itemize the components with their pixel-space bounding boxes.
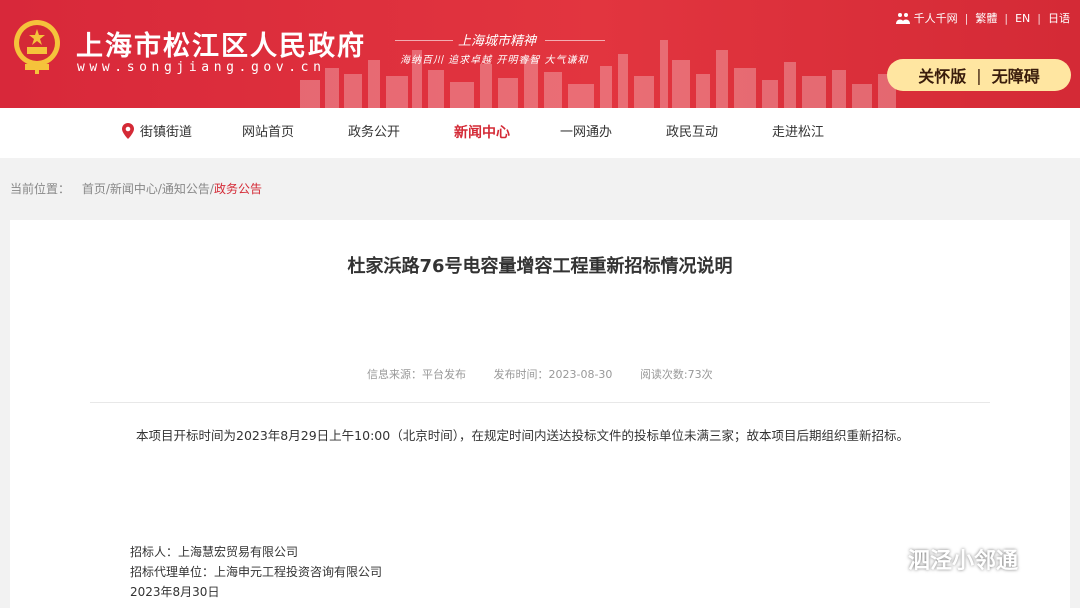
nav-item-home[interactable]: 网站首页	[242, 108, 294, 158]
tender-agent: 招标代理单位：上海申元工程投资咨询有限公司	[130, 565, 383, 579]
link-separator: |	[1037, 11, 1041, 25]
link-traditional-chinese[interactable]: 繁體	[975, 10, 997, 26]
article-source: 信息来源：平台发布	[367, 368, 466, 381]
location-pin-icon	[122, 123, 134, 139]
button-divider: |	[976, 65, 982, 85]
nav-item-interaction[interactable]: 政民互动	[666, 108, 718, 158]
link-thousand-people[interactable]: 千人千网	[914, 10, 958, 26]
link-english[interactable]: EN	[1015, 12, 1030, 25]
main-nav: 街镇街道 网站首页 政务公开 新闻中心 一网通办 政民互动 走进松江	[0, 108, 1080, 158]
city-skyline-decoration	[300, 40, 896, 108]
watermark-text: 泗泾小邻通	[908, 549, 1019, 574]
nav-label: 街镇街道	[140, 125, 193, 140]
breadcrumb-current[interactable]: 政务公告	[214, 182, 262, 196]
elder-care-mode-button[interactable]: 关怀版	[918, 63, 966, 87]
spirit-divider-right	[545, 40, 605, 41]
accessible-mode-button[interactable]: 无障碍	[992, 63, 1040, 87]
site-title[interactable]: 上海市松江区人民政府	[76, 24, 366, 63]
sign-date: 2023年8月30日	[130, 585, 220, 599]
breadcrumb-path[interactable]: 首页/新闻中心/通知公告/	[82, 182, 214, 196]
accessibility-button-group: 关怀版 | 无障碍	[887, 59, 1071, 91]
nav-item-towns[interactable]: 街镇街道	[122, 108, 192, 158]
link-separator: |	[1004, 11, 1009, 25]
city-spirit-title: 上海城市精神	[458, 34, 537, 49]
link-japanese[interactable]: 日语	[1048, 10, 1070, 26]
watermark: 泗泾小邻通	[862, 543, 1018, 575]
article-body: 本项目开标时间为2023年8月29日上午10:00（北京时间），在规定时间内送达…	[136, 428, 909, 443]
site-header: 上海市松江区人民政府 www.songjiang.gov.cn 上海城市精神 海…	[0, 0, 1080, 108]
link-separator: |	[964, 11, 969, 25]
article-views: 阅读次数:73次	[639, 368, 713, 381]
people-icon	[895, 13, 910, 24]
article-date: 发布时间：2023-08-30	[493, 368, 613, 381]
nav-item-news-center[interactable]: 新闻中心	[454, 108, 510, 158]
breadcrumb: 当前位置： 首页/新闻中心/通知公告/政务公告	[10, 180, 262, 197]
article-meta: 信息来源：平台发布 发布时间：2023-08-30 阅读次数:73次	[367, 366, 737, 382]
nav-item-gov-affairs[interactable]: 政务公开	[348, 108, 400, 158]
site-url: www.songjiang.gov.cn	[77, 60, 326, 75]
article-title: 杜家浜路76号电容量增容工程重新招标情况说明	[347, 256, 733, 277]
spirit-divider-left	[395, 40, 453, 41]
breadcrumb-label: 当前位置：	[10, 182, 71, 196]
tenderer: 招标人：上海慧宏贸易有限公司	[130, 545, 299, 559]
nav-item-about-songjiang[interactable]: 走进松江	[772, 108, 824, 158]
top-links: 千人千网 | 繁體 | EN | 日语	[895, 10, 1070, 26]
meta-divider	[90, 402, 990, 403]
nav-item-online-services[interactable]: 一网通办	[560, 108, 612, 158]
city-spirit-slogan: 海纳百川 追求卓越 开明睿智 大气谦和	[400, 55, 589, 66]
wechat-icon	[863, 546, 900, 573]
national-emblem-icon	[14, 20, 60, 74]
